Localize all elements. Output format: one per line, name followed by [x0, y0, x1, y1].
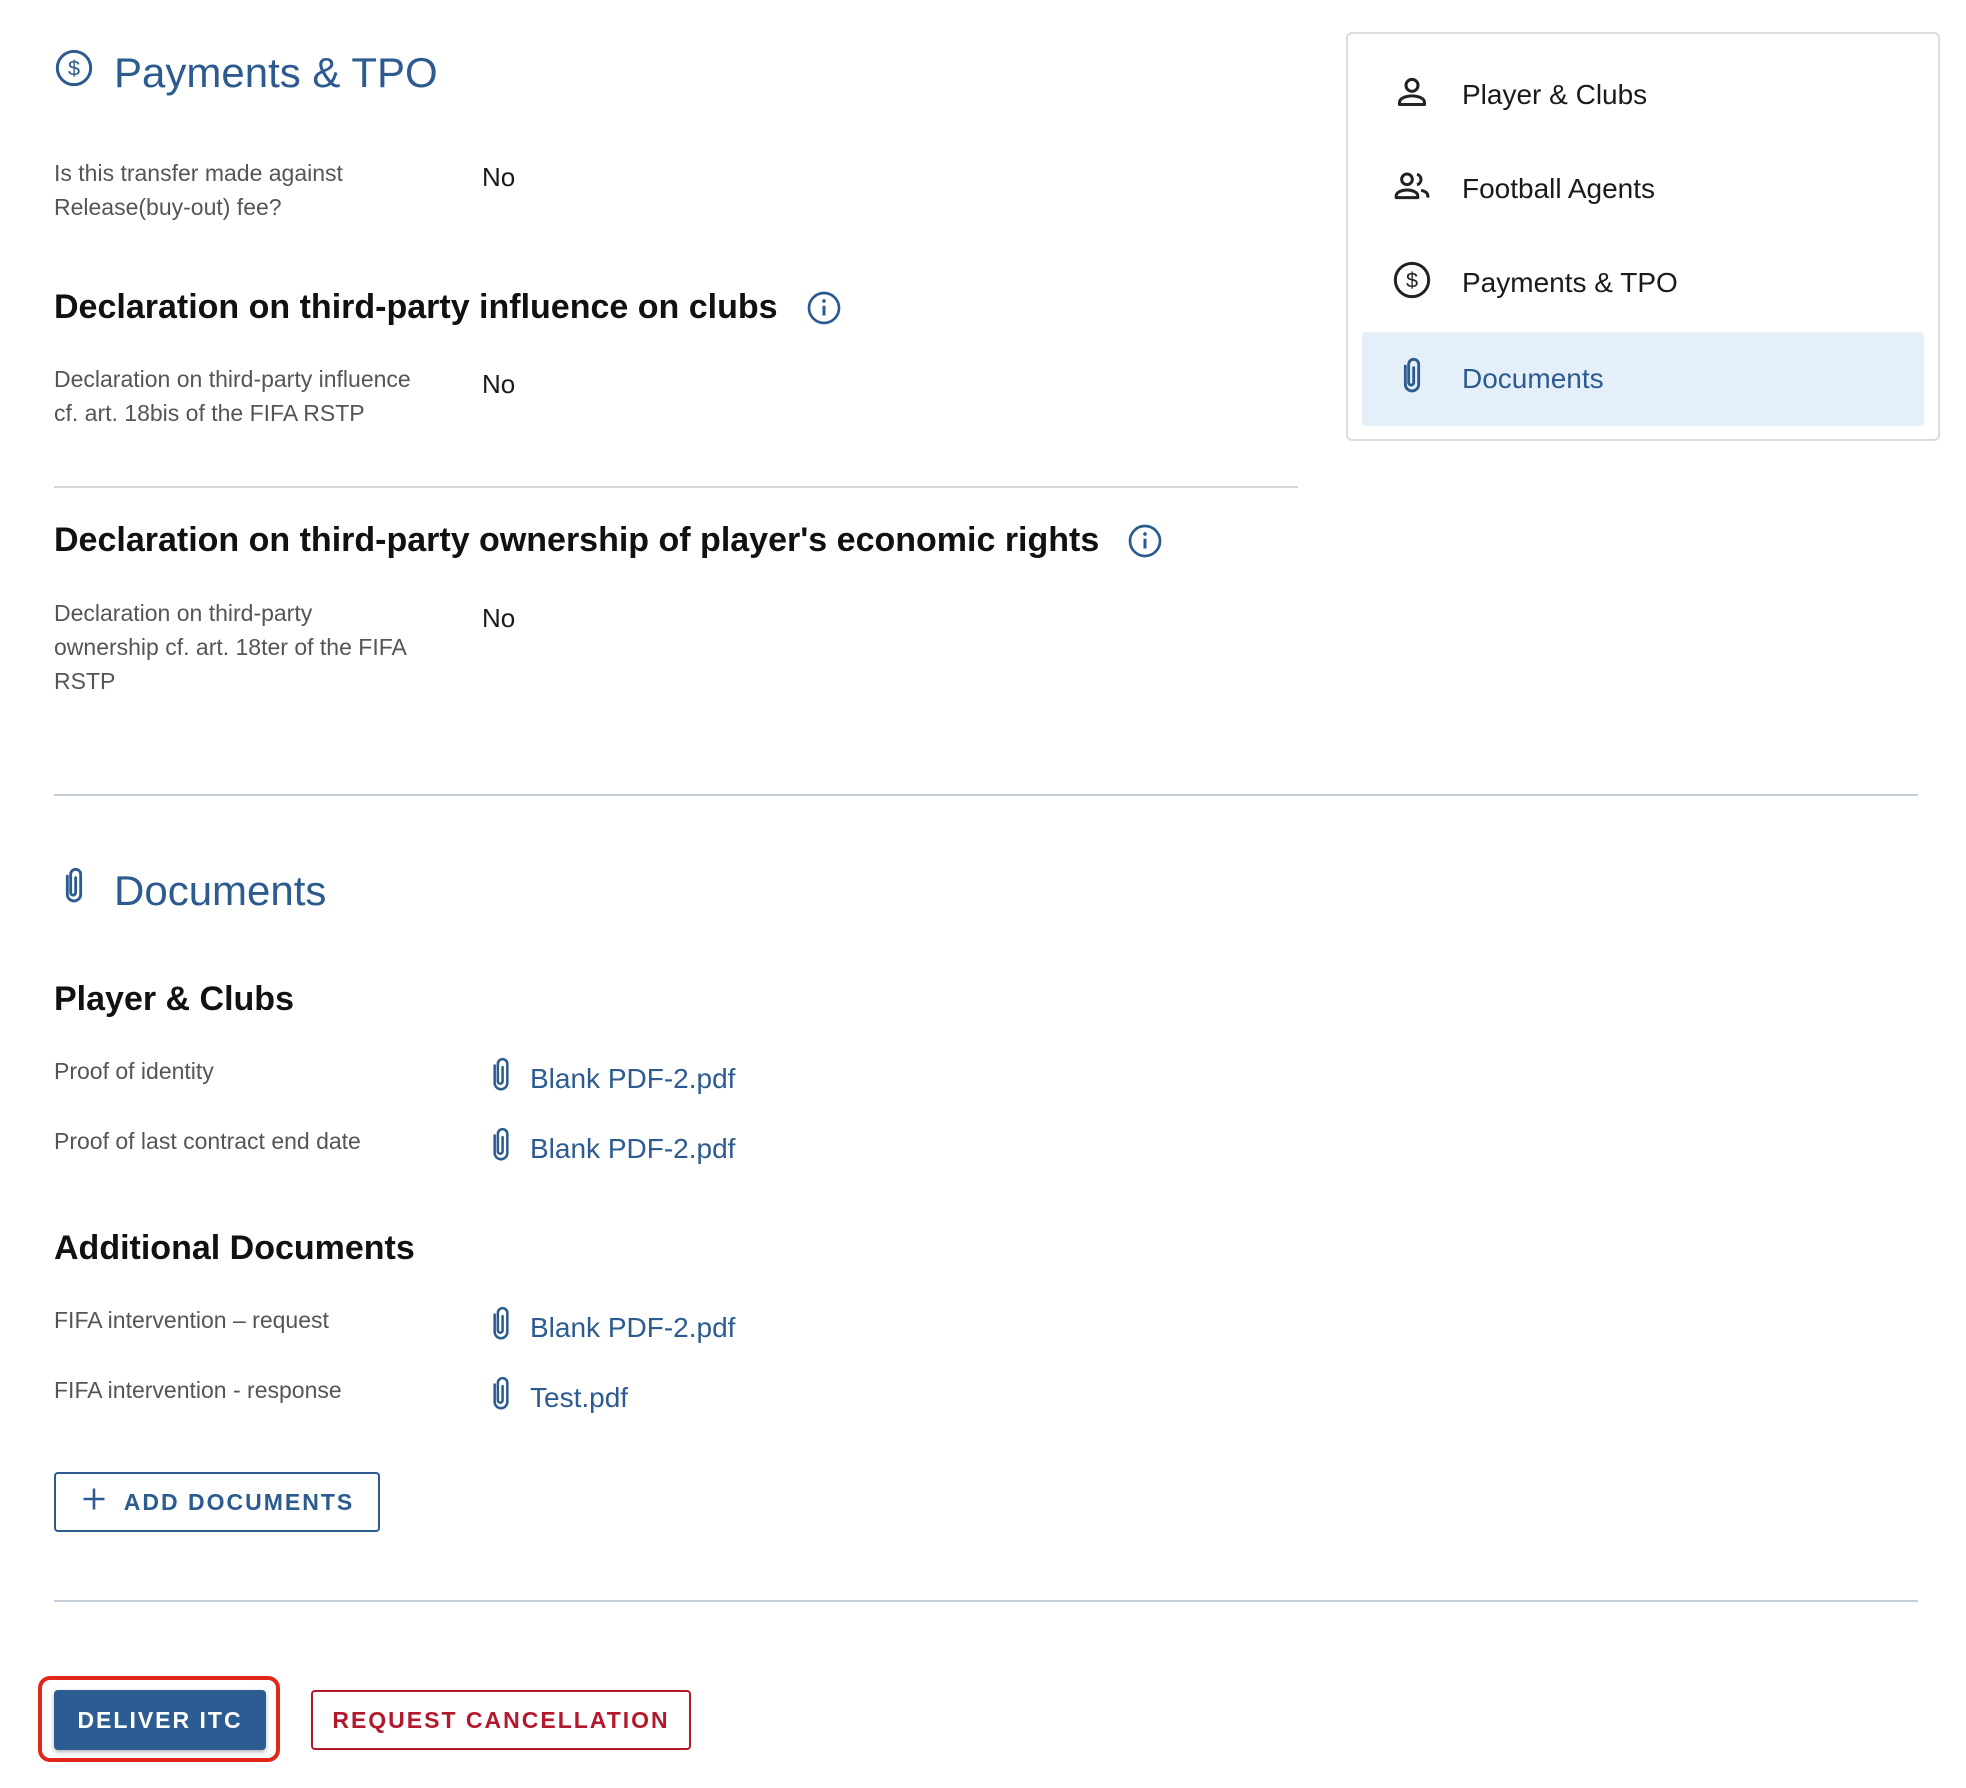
influence-label: Declaration on third-party influence cf.…	[54, 366, 411, 426]
info-icon[interactable]	[1127, 523, 1163, 559]
payments-section-title: $ Payments & TPO	[54, 48, 438, 98]
buyout-label: Is this transfer made against Release(bu…	[54, 160, 343, 220]
nav-item-football-agents[interactable]: Football Agents	[1362, 142, 1924, 236]
svg-text:$: $	[68, 56, 80, 81]
buyout-value: No	[482, 162, 516, 192]
divider	[54, 486, 1298, 488]
document-filename[interactable]: Blank PDF-2.pdf	[530, 1312, 735, 1344]
paperclip-icon	[1392, 356, 1432, 403]
ownership-label: Declaration on third-party ownership cf.…	[54, 600, 407, 694]
paperclip-icon	[488, 1305, 514, 1350]
documents-title-text: Documents	[114, 867, 327, 914]
nav-item-label: Payments & TPO	[1462, 267, 1678, 298]
nav-item-label: Documents	[1462, 363, 1604, 394]
documents-section-title: Documents	[54, 866, 326, 916]
nav-item-label: Football Agents	[1462, 173, 1656, 204]
nav-item-payments-tpo[interactable]: $ Payments & TPO	[1362, 236, 1924, 330]
doc-label: FIFA intervention – request	[54, 1307, 329, 1333]
section-divider	[54, 794, 1918, 796]
add-documents-button[interactable]: ADD DOCUMENTS	[54, 1472, 380, 1532]
influence-heading: Declaration on third-party influence on …	[54, 288, 842, 327]
paperclip-icon	[54, 866, 94, 916]
document-link[interactable]: Blank PDF-2.pdf	[488, 1126, 735, 1171]
player-clubs-heading: Player & Clubs	[54, 980, 294, 1018]
request-cancellation-button[interactable]: REQUEST CANCELLATION	[311, 1690, 691, 1750]
info-icon[interactable]	[806, 290, 842, 326]
plus-icon	[80, 1485, 108, 1519]
doc-label: Proof of identity	[54, 1058, 214, 1084]
influence-value: No	[482, 369, 516, 399]
document-filename[interactable]: Blank PDF-2.pdf	[530, 1133, 735, 1165]
document-link[interactable]: Blank PDF-2.pdf	[488, 1056, 735, 1101]
section-nav: Player & Clubs Football Agents $ Payment…	[1346, 32, 1940, 441]
deliver-itc-button[interactable]: DELIVER ITC	[54, 1690, 266, 1750]
payments-title-text: Payments & TPO	[114, 49, 438, 96]
paperclip-icon	[488, 1056, 514, 1101]
document-link[interactable]: Test.pdf	[488, 1375, 628, 1420]
paperclip-icon	[488, 1375, 514, 1420]
svg-text:$: $	[1406, 267, 1418, 292]
additional-documents-heading: Additional Documents	[54, 1229, 415, 1267]
document-link[interactable]: Blank PDF-2.pdf	[488, 1305, 735, 1350]
ownership-heading: Declaration on third-party ownership of …	[54, 521, 1163, 560]
section-divider	[54, 1600, 1918, 1602]
people-icon	[1392, 166, 1432, 213]
dollar-circle-icon: $	[54, 48, 94, 98]
nav-item-documents[interactable]: Documents	[1362, 332, 1924, 426]
nav-item-player-clubs[interactable]: Player & Clubs	[1362, 48, 1924, 142]
doc-label: FIFA intervention - response	[54, 1377, 342, 1403]
dollar-circle-icon: $	[1392, 260, 1432, 307]
document-filename[interactable]: Blank PDF-2.pdf	[530, 1063, 735, 1095]
doc-label: Proof of last contract end date	[54, 1128, 361, 1154]
person-icon	[1392, 72, 1432, 119]
ownership-value: No	[482, 603, 516, 633]
add-documents-label: ADD DOCUMENTS	[123, 1488, 355, 1515]
document-filename[interactable]: Test.pdf	[530, 1382, 628, 1414]
nav-item-label: Player & Clubs	[1462, 79, 1648, 110]
paperclip-icon	[488, 1126, 514, 1171]
